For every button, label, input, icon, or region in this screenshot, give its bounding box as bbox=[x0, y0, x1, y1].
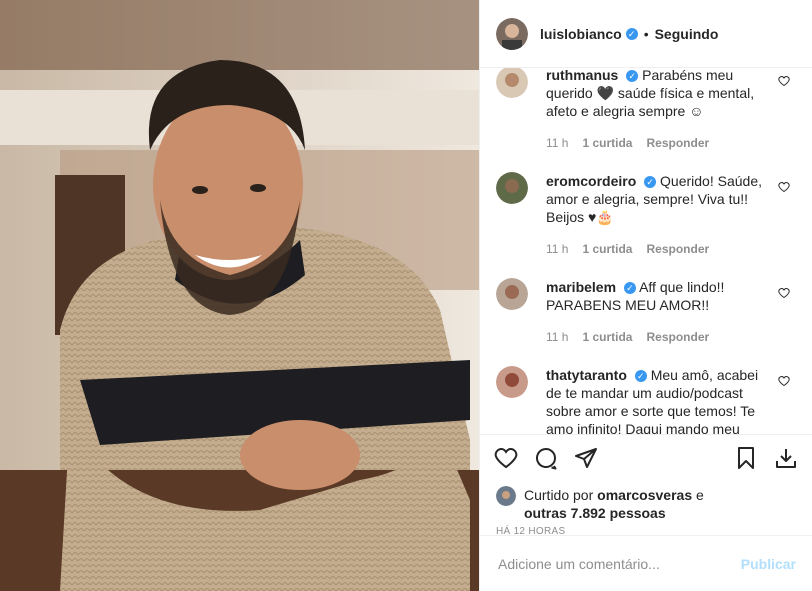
avatar[interactable] bbox=[496, 366, 528, 398]
comment-time[interactable]: 11 h bbox=[546, 240, 568, 258]
post-side-panel: luislobianco ✓ • Seguindo ruthmanus ✓ Pa… bbox=[479, 0, 812, 591]
verified-icon: ✓ bbox=[623, 282, 636, 295]
comment-time[interactable]: 11 h bbox=[546, 134, 568, 152]
download-icon[interactable] bbox=[774, 446, 798, 475]
bookmark-icon[interactable] bbox=[734, 446, 758, 475]
list-item: ruthmanus ✓ Parabéns meu querido 🖤 saúde… bbox=[496, 68, 796, 152]
likes-user[interactable]: omarcosveras bbox=[597, 487, 692, 503]
post-header: luislobianco ✓ • Seguindo bbox=[480, 0, 812, 68]
verified-icon: ✓ bbox=[634, 370, 647, 383]
likes-summary: Curtido por omarcosveras e outras 7.892 … bbox=[480, 486, 812, 526]
list-item: thatytaranto ✓ Meu amô, acabei de te man… bbox=[496, 366, 796, 434]
comment-icon[interactable] bbox=[534, 446, 558, 475]
heart-icon[interactable] bbox=[778, 286, 790, 304]
separator: • bbox=[643, 25, 649, 42]
comment-input[interactable] bbox=[496, 554, 741, 573]
verified-icon: ✓ bbox=[625, 27, 638, 40]
reply-button[interactable]: Responder bbox=[646, 328, 709, 346]
reply-button[interactable]: Responder bbox=[646, 134, 709, 152]
likes-others[interactable]: outras 7.892 pessoas bbox=[524, 505, 666, 521]
comment-likes[interactable]: 1 curtida bbox=[582, 328, 632, 346]
heart-icon[interactable] bbox=[778, 374, 790, 392]
comment-likes[interactable]: 1 curtida bbox=[582, 134, 632, 152]
verified-icon: ✓ bbox=[626, 70, 639, 83]
comment-username[interactable]: eromcordeiro bbox=[546, 173, 636, 189]
instagram-post-view: luislobianco ✓ • Seguindo ruthmanus ✓ Pa… bbox=[0, 0, 812, 591]
avatar[interactable] bbox=[496, 172, 528, 204]
heart-icon[interactable] bbox=[494, 446, 518, 475]
comment-likes[interactable]: 1 curtida bbox=[582, 240, 632, 258]
likes-conj: e bbox=[692, 487, 704, 503]
post-author-username[interactable]: luislobianco bbox=[540, 26, 622, 42]
likes-prefix: Curtido por bbox=[524, 487, 598, 503]
comment-username[interactable]: maribelem bbox=[546, 279, 616, 295]
list-item: eromcordeiro ✓ Querido! Saúde, amor e al… bbox=[496, 172, 796, 258]
comment-username[interactable]: ruthmanus bbox=[546, 68, 618, 83]
comment-username[interactable]: thatytaranto bbox=[546, 367, 627, 383]
avatar[interactable] bbox=[496, 486, 516, 506]
list-item: maribelem ✓ Aff que lindo!! PARABENS MEU… bbox=[496, 278, 796, 346]
avatar[interactable] bbox=[496, 17, 528, 50]
comment-time[interactable]: 11 h bbox=[546, 328, 568, 346]
avatar[interactable] bbox=[496, 278, 528, 310]
heart-icon[interactable] bbox=[778, 180, 790, 198]
reply-button[interactable]: Responder bbox=[646, 240, 709, 258]
following-button[interactable]: Seguindo bbox=[655, 26, 719, 42]
post-photo[interactable] bbox=[0, 0, 479, 591]
verified-icon: ✓ bbox=[644, 176, 657, 189]
heart-icon[interactable] bbox=[778, 74, 790, 92]
avatar[interactable] bbox=[496, 68, 528, 98]
publish-button[interactable]: Publicar bbox=[741, 556, 796, 572]
comments-list[interactable]: ruthmanus ✓ Parabéns meu querido 🖤 saúde… bbox=[480, 68, 812, 434]
post-actions bbox=[480, 434, 812, 486]
add-comment-bar: Publicar bbox=[480, 535, 812, 591]
share-icon[interactable] bbox=[574, 446, 598, 475]
